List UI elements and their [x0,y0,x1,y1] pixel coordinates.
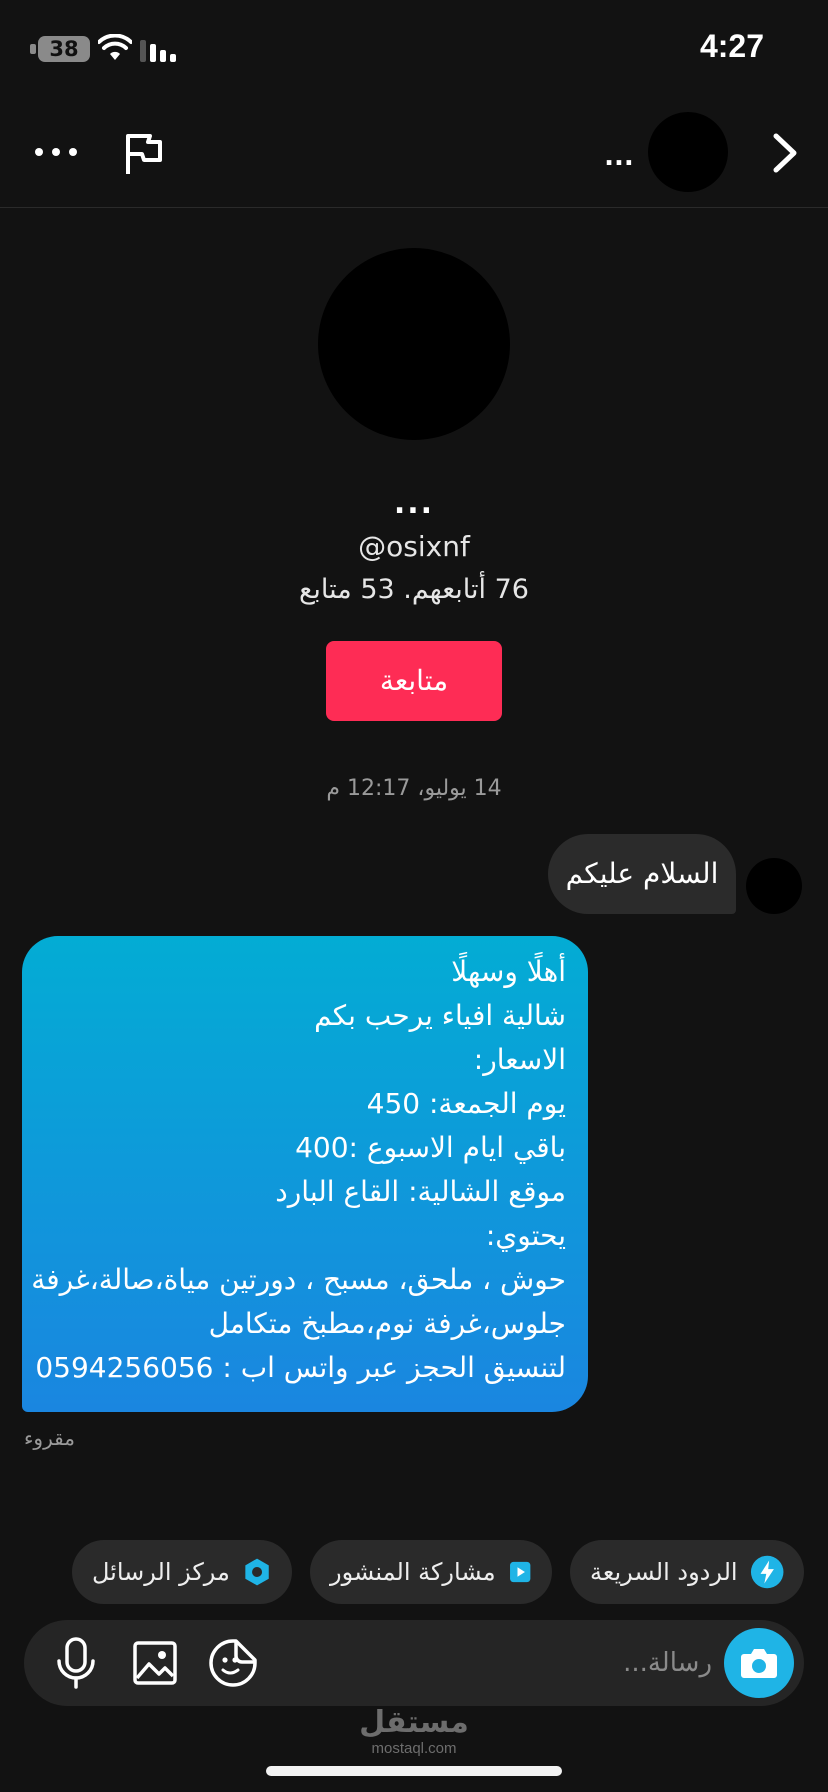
profile-avatar[interactable] [318,248,510,440]
quick-replies-label: الردود السريعة [590,1558,738,1586]
wifi-icon [98,34,132,60]
message-center-label: مركز الرسائل [92,1558,230,1586]
message-timestamp: 14 يوليو، 12:17 م [326,776,502,801]
read-status: مقروء [24,1426,75,1450]
watermark-latin: mostaql.com [371,1740,457,1757]
share-post-label: مشاركة المنشور [330,1558,496,1586]
watermark-logo: مستقل mostaql.com [0,1705,828,1758]
incoming-message-bubble[interactable]: السلام عليكم [548,834,736,914]
lightning-icon [750,1555,784,1589]
sticker-emoji-icon[interactable] [208,1638,258,1688]
chat-header: ... [0,100,828,208]
cellular-signal-icon [140,40,176,62]
watermark-arabic: مستقل [359,1705,469,1740]
follow-button[interactable]: متابعة [326,641,502,721]
hexagon-icon [245,1558,269,1586]
header-avatar[interactable] [648,112,728,192]
more-options-icon[interactable] [34,142,78,162]
image-gallery-icon[interactable] [132,1640,178,1686]
chevron-back-icon[interactable] [768,130,802,176]
message-line: يحتوي: [485,1219,566,1252]
message-line: يوم الجمعة: 450 [366,1087,566,1120]
outgoing-message-bubble[interactable]: أهلًا وسهلًا شالية افياء يرحب بكم الاسعا… [22,936,588,1412]
message-input[interactable] [332,1638,712,1688]
message-line: شالية افياء يرحب بكم [314,999,566,1032]
message-line: جلوس،غرفة نوم،مطبخ متكامل [208,1307,566,1340]
sender-avatar[interactable] [746,858,802,914]
share-post-chip[interactable]: مشاركة المنشور [310,1540,552,1604]
report-flag-icon[interactable] [124,132,164,176]
profile-handle: @osixnf [358,530,470,563]
message-line: لتنسيق الحجز عبر واتس اب : 0594256056 [35,1351,566,1384]
battery-tip [30,44,36,54]
status-bar: 38 4:27 [0,0,828,100]
message-line: حوش ، ملحق، مسبح ، دورتين مياة،صالة،غرفة [31,1263,566,1296]
header-contact-name[interactable]: ... [604,142,634,172]
microphone-icon[interactable] [54,1636,98,1690]
message-center-chip[interactable]: مركز الرسائل [72,1540,292,1604]
message-line: باقي ايام الاسبوع :400 [295,1131,566,1164]
battery-indicator: 38 [38,36,90,62]
home-indicator[interactable] [266,1766,562,1776]
message-composer [24,1620,804,1706]
profile-stats: 76 أتابعهم. 53 متابع [299,574,529,605]
camera-icon [741,1649,777,1678]
message-line: أهلًا وسهلًا [451,955,566,988]
quick-replies-chip[interactable]: الردود السريعة [570,1540,804,1604]
profile-display-name: ... [393,486,435,521]
message-line: الاسعار: [473,1043,566,1076]
message-line: موقع الشالية: القاع البارد [275,1175,566,1208]
play-square-icon [509,1561,530,1583]
clock: 4:27 [699,28,764,64]
camera-button[interactable] [724,1628,794,1698]
